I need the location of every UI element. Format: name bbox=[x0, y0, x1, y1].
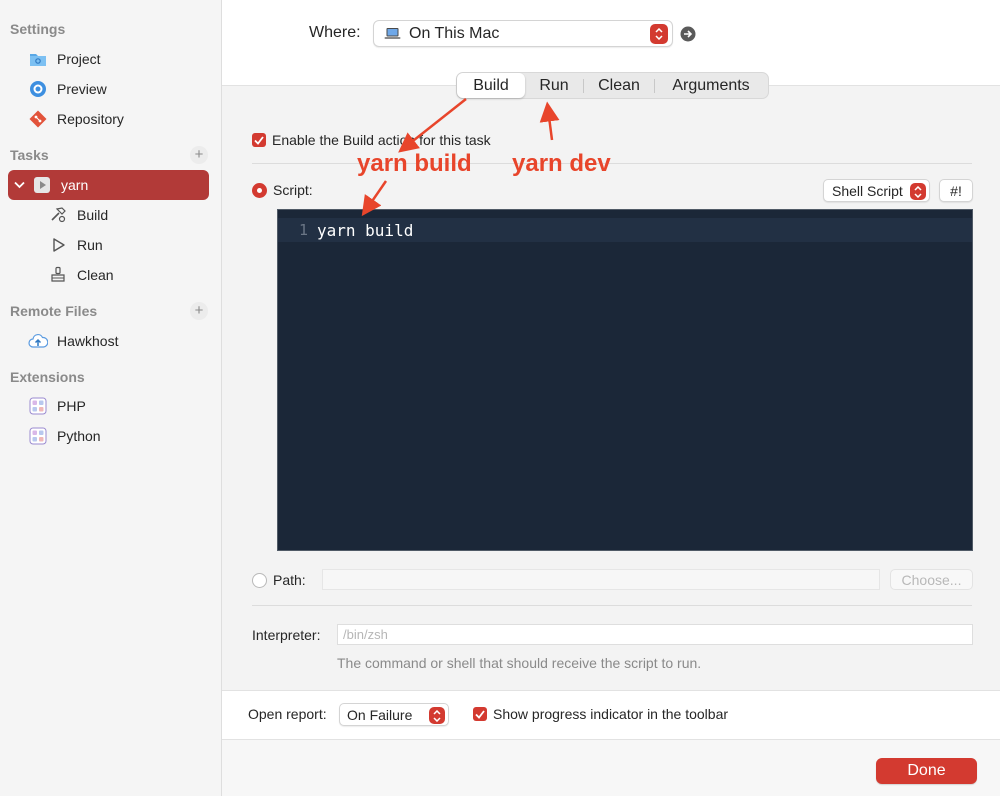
enable-build-label: Enable the Build action for this task bbox=[272, 132, 491, 148]
done-button[interactable]: Done bbox=[876, 758, 977, 784]
progress-indicator-row: Show progress indicator in the toolbar bbox=[473, 706, 728, 722]
tab-run[interactable]: Run bbox=[525, 73, 583, 98]
interpreter-help-text: The command or shell that should receive… bbox=[337, 655, 702, 671]
add-remote-button[interactable]: + bbox=[190, 302, 208, 320]
extensions-header: Extensions bbox=[10, 367, 210, 387]
report-bar: Open report: On Failure Show progress in… bbox=[222, 690, 1000, 740]
tab-build[interactable]: Build bbox=[457, 73, 525, 98]
select-stepper-icon bbox=[650, 24, 668, 44]
line-number: 1 bbox=[298, 221, 308, 239]
script-radio[interactable] bbox=[252, 182, 267, 198]
annotation-yarn-dev: yarn dev bbox=[512, 150, 611, 177]
main-panel: Where: On This Mac Build Run Clean Argum… bbox=[222, 0, 1000, 796]
tasks-header: Tasks + bbox=[10, 145, 210, 165]
tab-clean[interactable]: Clean bbox=[584, 73, 654, 98]
eye-icon bbox=[28, 79, 48, 99]
enable-build-checkbox[interactable] bbox=[252, 133, 266, 147]
sidebar-item-label: Clean bbox=[77, 267, 114, 283]
hammer-icon bbox=[48, 205, 68, 225]
sidebar-item-preview[interactable]: Preview bbox=[28, 75, 213, 103]
sidebar-item-run[interactable]: Run bbox=[48, 231, 208, 259]
script-editor[interactable]: 1 yarn build bbox=[277, 209, 973, 551]
open-report-label: Open report: bbox=[248, 706, 327, 722]
sidebar-item-python[interactable]: Python bbox=[28, 422, 213, 450]
sidebar-item-label: Build bbox=[77, 207, 109, 223]
script-label: Script: bbox=[273, 182, 313, 198]
interpreter-input[interactable]: /bin/zsh bbox=[337, 624, 973, 645]
settings-header-label: Settings bbox=[10, 21, 66, 37]
open-report-select[interactable]: On Failure bbox=[339, 703, 449, 726]
laptop-icon bbox=[384, 27, 401, 40]
sidebar-item-label: yarn bbox=[61, 177, 89, 193]
sidebar-item-label: Repository bbox=[57, 111, 124, 127]
run-icon bbox=[48, 235, 68, 255]
script-row: Script: bbox=[252, 182, 313, 198]
sidebar-item-php[interactable]: PHP bbox=[28, 392, 213, 420]
footer: Done bbox=[222, 740, 1000, 796]
cloud-upload-icon bbox=[28, 331, 48, 351]
remote-files-header: Remote Files + bbox=[10, 301, 210, 321]
play-icon bbox=[32, 175, 52, 195]
path-input[interactable] bbox=[322, 569, 880, 590]
sidebar-item-label: PHP bbox=[57, 398, 86, 414]
enable-build-row: Enable the Build action for this task bbox=[252, 132, 491, 148]
editor-line: 1 yarn build bbox=[278, 218, 972, 242]
where-value: On This Mac bbox=[409, 24, 500, 42]
go-arrow-icon[interactable] bbox=[680, 26, 696, 42]
extensions-header-label: Extensions bbox=[10, 369, 85, 385]
broom-icon bbox=[48, 265, 68, 285]
path-radio[interactable] bbox=[252, 572, 267, 588]
add-task-button[interactable]: + bbox=[190, 146, 208, 164]
choose-button[interactable]: Choose... bbox=[890, 569, 973, 590]
open-report-value: On Failure bbox=[347, 706, 413, 723]
sidebar-item-clean[interactable]: Clean bbox=[48, 261, 208, 289]
select-stepper-icon bbox=[910, 183, 926, 200]
git-icon bbox=[28, 109, 48, 129]
where-label: Where: bbox=[309, 24, 361, 41]
divider bbox=[252, 605, 972, 606]
interpreter-label: Interpreter: bbox=[252, 627, 321, 643]
chevron-down-icon[interactable] bbox=[14, 181, 26, 189]
where-select[interactable]: On This Mac bbox=[373, 20, 673, 47]
action-tabs: Build Run Clean Arguments bbox=[456, 72, 769, 99]
annotation-yarn-build: yarn build bbox=[357, 150, 472, 177]
path-label: Path: bbox=[273, 572, 306, 588]
sidebar-item-label: Project bbox=[57, 51, 101, 67]
sidebar-item-build[interactable]: Build bbox=[48, 201, 208, 229]
sidebar: Settings Project Preview Repository Task… bbox=[0, 0, 222, 796]
remote-files-header-label: Remote Files bbox=[10, 303, 98, 319]
tasks-header-label: Tasks bbox=[10, 147, 49, 163]
folder-icon bbox=[28, 49, 48, 69]
progress-indicator-label: Show progress indicator in the toolbar bbox=[493, 706, 729, 722]
extension-icon bbox=[28, 396, 48, 416]
sidebar-item-label: Hawkhost bbox=[57, 333, 119, 349]
sidebar-item-hawkhost[interactable]: Hawkhost bbox=[28, 327, 213, 355]
sidebar-item-label: Preview bbox=[57, 81, 107, 97]
line-code: yarn build bbox=[317, 220, 414, 240]
sidebar-item-label: Run bbox=[77, 237, 103, 253]
extension-icon bbox=[28, 426, 48, 446]
shebang-button[interactable]: #! bbox=[939, 179, 973, 202]
sidebar-item-repository[interactable]: Repository bbox=[28, 105, 213, 133]
progress-indicator-checkbox[interactable] bbox=[473, 707, 487, 721]
select-stepper-icon bbox=[429, 707, 445, 724]
tab-arguments[interactable]: Arguments bbox=[655, 73, 767, 98]
path-row: Path: bbox=[252, 572, 306, 588]
script-type-select[interactable]: Shell Script bbox=[823, 179, 930, 202]
settings-header: Settings bbox=[10, 19, 210, 39]
sidebar-item-project[interactable]: Project bbox=[28, 45, 213, 73]
script-type-value: Shell Script bbox=[832, 182, 903, 199]
sidebar-item-task-yarn[interactable]: yarn bbox=[8, 170, 209, 200]
sidebar-item-label: Python bbox=[57, 428, 101, 444]
